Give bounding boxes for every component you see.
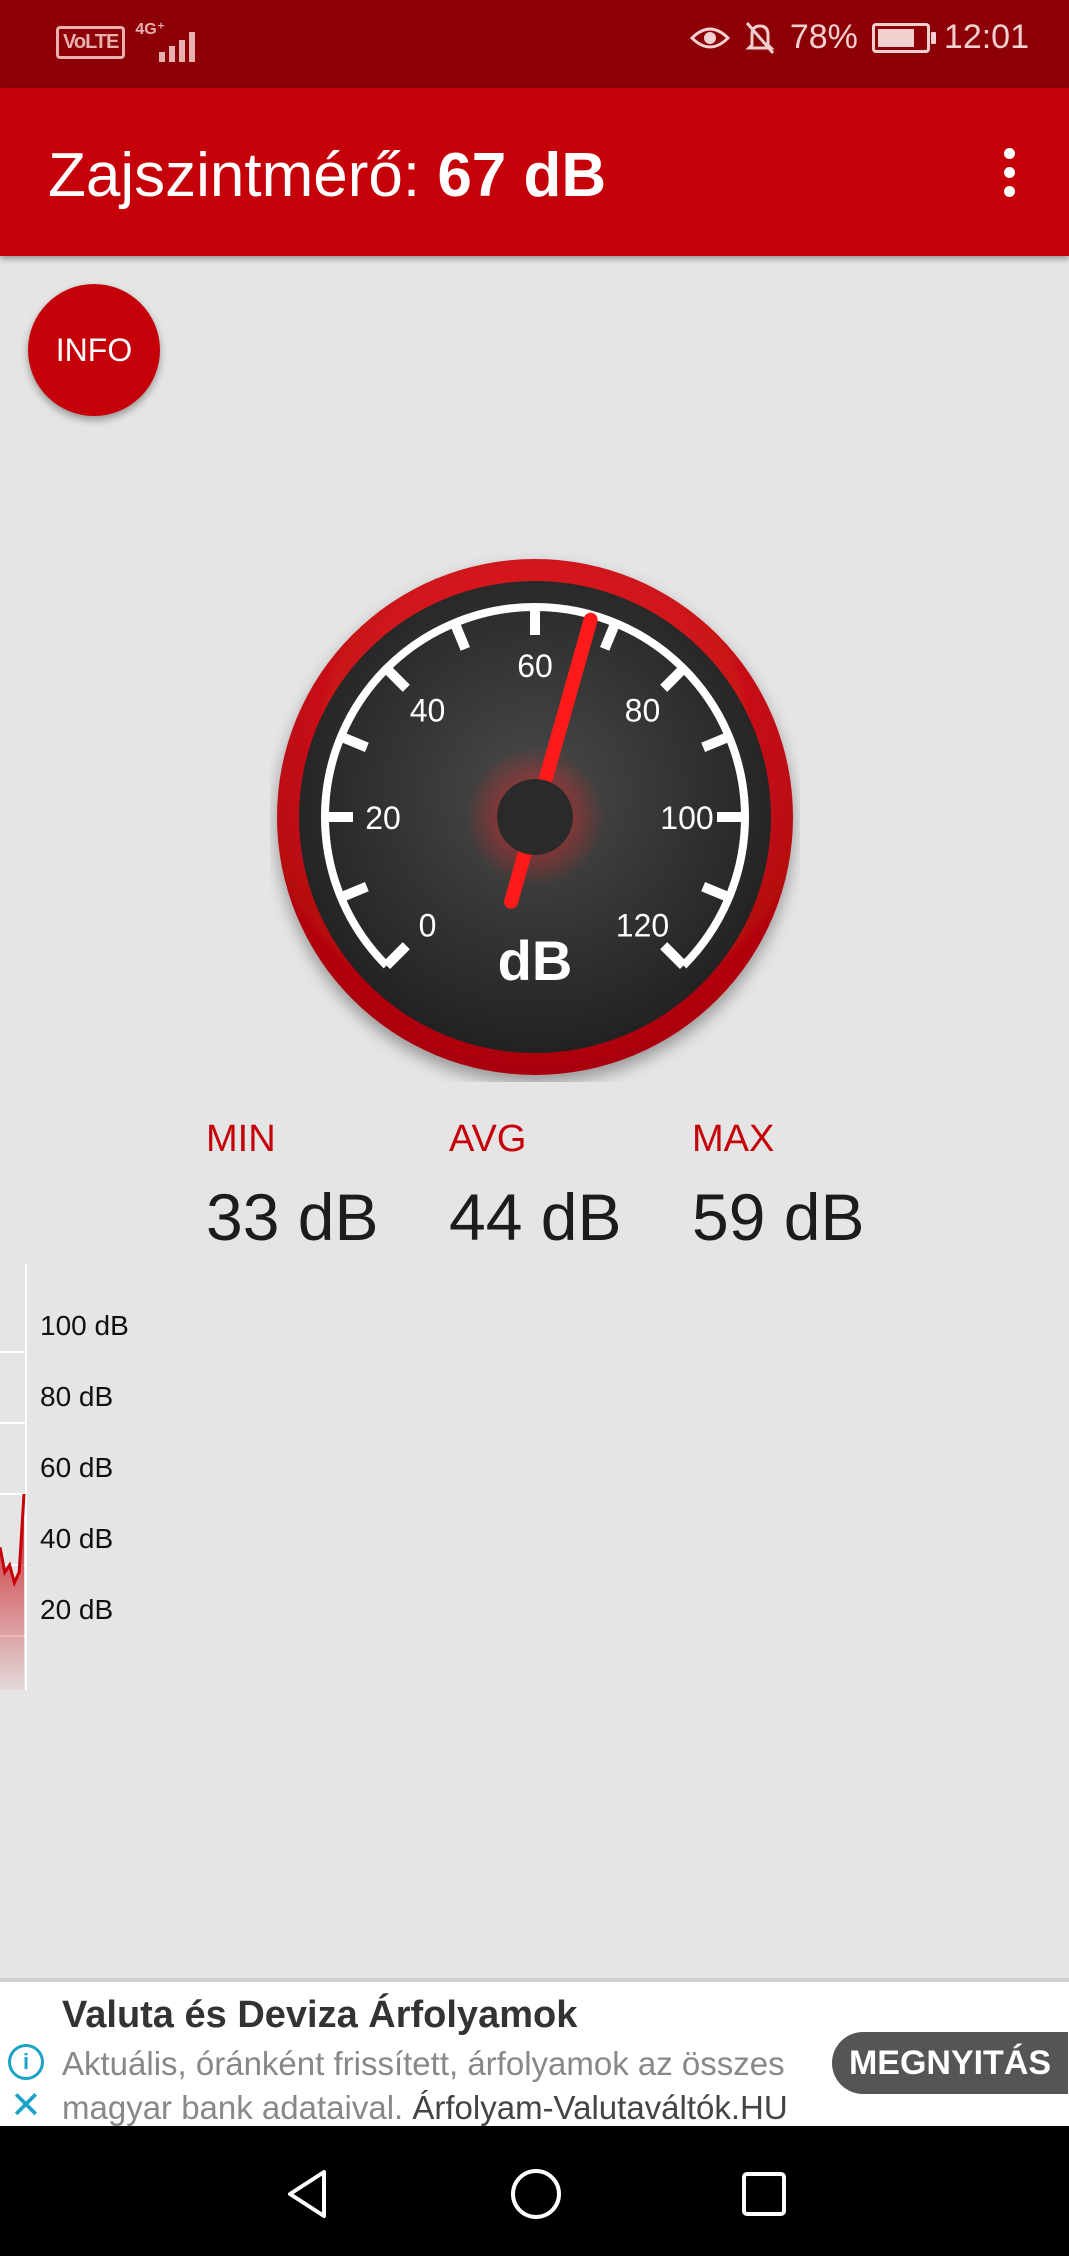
clock: 12:01 xyxy=(943,18,1029,56)
gauge-unit-label: dB xyxy=(498,929,573,992)
ad-open-button[interactable]: MEGNYITÁS xyxy=(832,2032,1068,2094)
ad-title[interactable]: Valuta és Deviza Árfolyamok xyxy=(62,1994,577,2037)
stat-avg: AVG 44 dB xyxy=(449,1118,649,1255)
graph-label-40: 40 dB xyxy=(40,1523,114,1554)
stat-max-value: 59 dB xyxy=(692,1180,865,1254)
page-title: Zajszintmérő: 67 dB xyxy=(48,140,606,211)
status-right: 78% 12:01 xyxy=(689,18,1029,57)
close-icon[interactable]: ✕ xyxy=(10,2086,42,2126)
ad-description: Aktuális, óránként frissített, árfolyamo… xyxy=(62,2042,832,2130)
graph-label-100: 100 dB xyxy=(40,1310,129,1341)
status-left: VoLTE 4G⁺ xyxy=(56,21,196,62)
network-type: 4G⁺ xyxy=(135,21,166,38)
more-vert-icon[interactable] xyxy=(999,148,1019,200)
stat-min: MIN 33 dB xyxy=(206,1118,406,1255)
stat-max-label: MAX xyxy=(692,1118,775,1160)
battery-fill xyxy=(877,28,914,47)
graph-label-20: 20 dB xyxy=(40,1594,114,1625)
volte-icon: VoLTE xyxy=(56,25,126,59)
app-bar: Zajszintmérő: 67 dB xyxy=(0,88,1069,256)
history-graph: 100 dB 80 dB 60 dB 40 dB 20 dB xyxy=(0,1260,200,1690)
stat-avg-value: 44 dB xyxy=(449,1180,622,1254)
gauge-tick-label: 100 xyxy=(660,800,713,836)
battery-icon xyxy=(871,22,936,53)
signal-icon: 4G⁺ xyxy=(135,21,196,62)
info-button[interactable]: INFO xyxy=(28,284,160,416)
recent-apps-icon[interactable] xyxy=(736,2166,792,2222)
back-icon[interactable] xyxy=(280,2166,336,2222)
history-area xyxy=(0,1494,24,1690)
stat-min-value: 33 dB xyxy=(206,1180,379,1254)
gauge-tick-label: 0 xyxy=(419,907,437,943)
battery-percent: 78% xyxy=(789,18,858,56)
eye-icon xyxy=(689,27,730,48)
bell-off-icon xyxy=(745,21,775,54)
stat-avg-label: AVG xyxy=(449,1118,527,1160)
sound-level-gauge: 0 20 40 60 80 100 120 dB xyxy=(277,559,793,1075)
info-icon[interactable]: i xyxy=(8,2044,44,2080)
stat-max: MAX 59 dB xyxy=(692,1118,892,1255)
gauge-tick-label: 60 xyxy=(517,648,553,684)
current-level: 67 dB xyxy=(437,141,607,210)
gauge-tick-label: 20 xyxy=(365,800,401,836)
graph-label-60: 60 dB xyxy=(40,1452,114,1483)
ad-site: Árfolyam-Valutaváltók.HU xyxy=(412,2089,788,2126)
gauge-hub xyxy=(497,779,573,855)
navigation-bar xyxy=(0,2126,1069,2256)
stat-min-label: MIN xyxy=(206,1118,276,1160)
graph-label-80: 80 dB xyxy=(40,1381,114,1412)
history-line xyxy=(0,1493,26,1588)
status-bar: VoLTE 4G⁺ 78% 12:01 xyxy=(0,0,1069,88)
gauge-tick-label: 120 xyxy=(616,907,669,943)
gauge-tick-label: 80 xyxy=(625,693,661,729)
home-icon[interactable] xyxy=(508,2166,564,2222)
gauge-tick-label: 40 xyxy=(410,693,446,729)
ad-banner[interactable]: Valuta és Deviza Árfolyamok i ✕ Aktuális… xyxy=(0,1978,1069,2130)
title-prefix: Zajszintmérő: xyxy=(48,141,421,210)
